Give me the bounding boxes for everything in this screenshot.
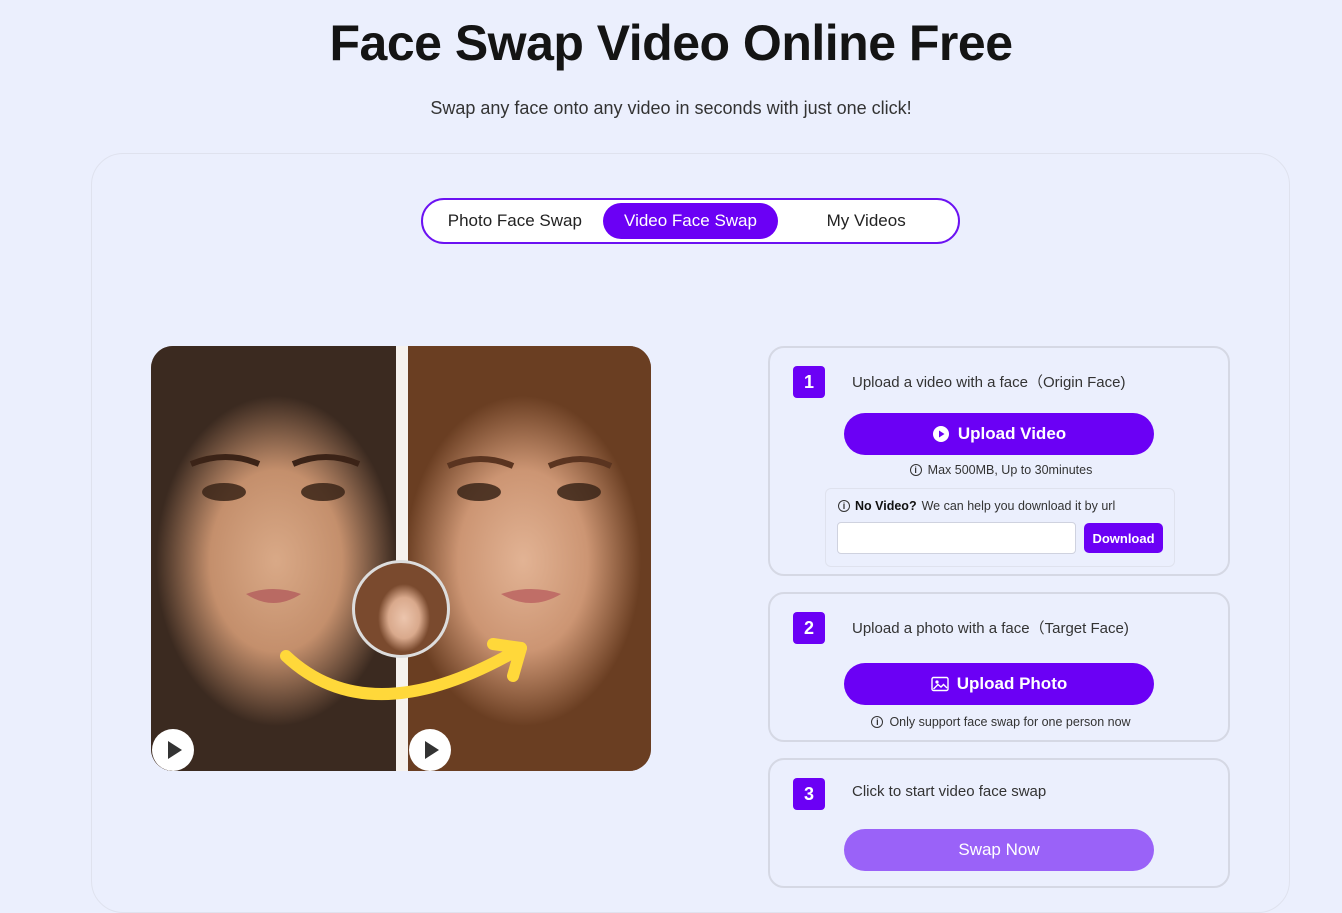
info-icon: i bbox=[909, 464, 922, 476]
download-button[interactable]: Download bbox=[1084, 523, 1163, 553]
url-help-bold: No Video? bbox=[855, 499, 917, 513]
info-icon: i bbox=[871, 716, 884, 728]
upload-photo-button[interactable]: Upload Photo bbox=[844, 663, 1154, 705]
step-description: Upload a photo with a face（Target Face) bbox=[852, 620, 1129, 637]
upload-video-note-text: Max 500MB, Up to 30minutes bbox=[927, 463, 1093, 477]
upload-photo-label: Upload Photo bbox=[956, 674, 1068, 693]
upload-video-note: i Max 500MB, Up to 30minutes bbox=[770, 463, 1232, 477]
upload-photo-note: i Only support face swap for one person … bbox=[770, 715, 1232, 729]
target-face-thumbnail bbox=[352, 560, 450, 658]
play-icon[interactable] bbox=[409, 729, 451, 771]
play-circle-icon bbox=[932, 426, 949, 442]
upload-video-button[interactable]: Upload Video bbox=[844, 413, 1154, 455]
download-by-url-box: i No Video? We can help you download it … bbox=[825, 488, 1175, 567]
tab-photo-face-swap[interactable]: Photo Face Swap bbox=[427, 203, 603, 239]
video-url-input[interactable] bbox=[837, 522, 1076, 554]
step-description: Upload a video with a face（Origin Face) bbox=[852, 374, 1126, 391]
step-upload-video: 1 Upload a video with a face（Origin Face… bbox=[768, 346, 1230, 576]
face-features-illustration bbox=[189, 454, 613, 701]
page-subtitle: Swap any face onto any video in seconds … bbox=[430, 98, 912, 118]
info-icon: i bbox=[838, 500, 850, 512]
upload-photo-note-text: Only support face swap for one person no… bbox=[889, 715, 1131, 729]
step-number: 1 bbox=[793, 366, 825, 398]
step-number: 3 bbox=[793, 778, 825, 810]
page-title: Face Swap Video Online Free bbox=[329, 15, 1013, 71]
url-help-text: i No Video? We can help you download it … bbox=[838, 499, 1115, 513]
url-help-label: We can help you download it by url bbox=[921, 499, 1116, 513]
tab-bar: Photo Face Swap Video Face Swap My Video… bbox=[421, 198, 960, 244]
play-icon[interactable] bbox=[152, 729, 194, 771]
step-number: 2 bbox=[793, 612, 825, 644]
upload-video-label: Upload Video bbox=[957, 424, 1067, 443]
step-upload-photo: 2 Upload a photo with a face（Target Face… bbox=[768, 592, 1230, 742]
swap-now-button[interactable]: Swap Now bbox=[844, 829, 1154, 871]
image-icon bbox=[931, 676, 949, 692]
preview-image bbox=[151, 346, 651, 771]
tab-my-videos[interactable]: My Videos bbox=[778, 203, 954, 239]
tab-video-face-swap[interactable]: Video Face Swap bbox=[602, 203, 779, 239]
step-description: Click to start video face swap bbox=[852, 783, 1047, 800]
